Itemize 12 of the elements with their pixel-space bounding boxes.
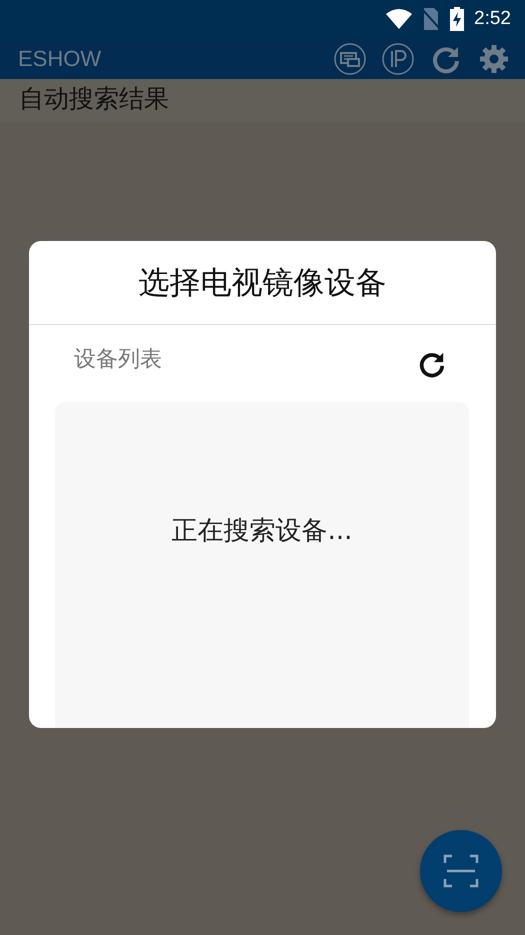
- no-sim-icon: [422, 8, 440, 30]
- search-status: 正在搜索设备...: [172, 514, 352, 548]
- ip-button[interactable]: [381, 42, 415, 76]
- battery-charging-icon: [450, 7, 464, 31]
- scan-frame-icon: [443, 854, 479, 888]
- section-title: 自动搜索结果: [19, 84, 169, 113]
- list-label: 设备列表: [74, 346, 162, 374]
- status-time: 2:52: [474, 8, 511, 30]
- dialog-title: 选择电视镜像设备: [138, 264, 386, 302]
- app-title: ESHOW: [18, 46, 102, 72]
- wifi-icon: [386, 9, 412, 29]
- cast-button[interactable]: [333, 42, 367, 76]
